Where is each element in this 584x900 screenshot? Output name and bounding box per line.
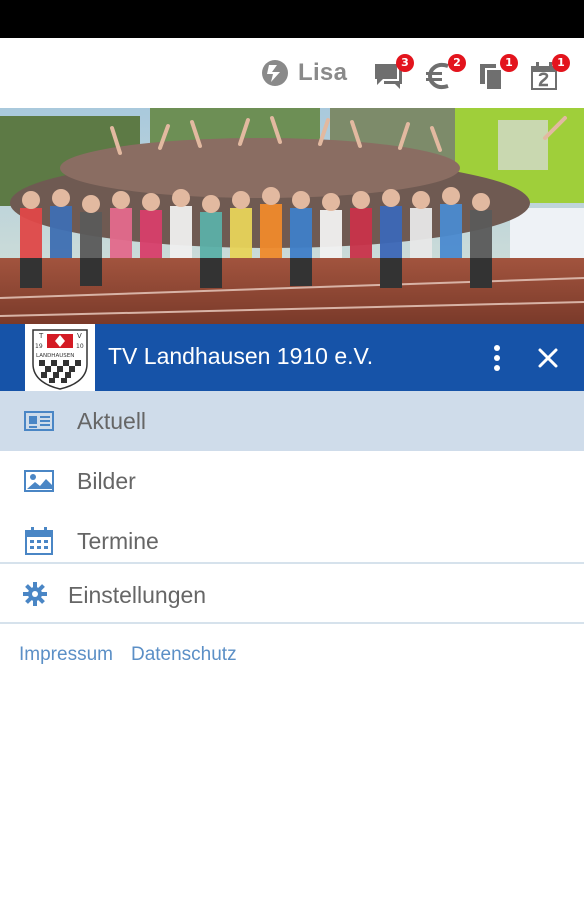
user-name: Lisa — [298, 59, 348, 86]
status-bar — [0, 0, 584, 38]
close-icon — [538, 348, 558, 368]
club-header: T V 19 10 LANDHAUSEN TV Landhausen 1910 … — [0, 324, 584, 391]
club-team-photo — [0, 108, 584, 324]
chat-badge: 3 — [396, 54, 414, 72]
svg-text:T: T — [38, 332, 44, 340]
calendar-badge: 1 — [552, 54, 570, 72]
documents-button[interactable]: 1 — [476, 54, 518, 96]
divider — [0, 622, 584, 624]
more-options-button[interactable] — [484, 338, 510, 378]
menu-item-label: Aktuell — [77, 407, 147, 434]
club-name: TV Landhausen 1910 e.V. — [108, 343, 374, 369]
svg-text:19: 19 — [35, 343, 43, 350]
close-button[interactable] — [532, 342, 564, 374]
footer-links: Impressum Datenschutz — [19, 644, 237, 666]
payments-button[interactable]: 2 — [424, 54, 466, 96]
user-profile-button[interactable]: Lisa — [260, 58, 347, 88]
calendar-button[interactable]: 1 — [528, 54, 570, 96]
svg-text:LANDHAUSEN: LANDHAUSEN — [36, 353, 74, 359]
news-icon — [24, 411, 54, 431]
image-icon — [24, 470, 54, 492]
menu-item-label: Bilder — [77, 467, 136, 494]
documents-badge: 1 — [500, 54, 518, 72]
more-vert-icon — [494, 345, 500, 371]
datenschutz-link[interactable]: Datenschutz — [131, 644, 237, 666]
calendar-icon — [25, 527, 53, 555]
user-logo-icon — [262, 60, 288, 86]
gear-icon — [23, 582, 47, 606]
menu-item-aktuell[interactable]: Aktuell — [0, 391, 584, 451]
svg-text:V: V — [77, 332, 82, 340]
settings-label: Einstellungen — [68, 582, 207, 608]
menu-item-bilder[interactable]: Bilder — [0, 451, 584, 511]
payments-badge: 2 — [448, 54, 466, 72]
menu-item-label: Termine — [77, 527, 159, 554]
menu-item-einstellungen[interactable]: Einstellungen — [0, 564, 584, 622]
svg-text:10: 10 — [76, 343, 84, 350]
top-bar: Lisa 3 2 1 1 — [0, 38, 584, 108]
chat-button[interactable]: 3 — [372, 54, 414, 96]
club-logo: T V 19 10 LANDHAUSEN — [25, 324, 95, 391]
impressum-link[interactable]: Impressum — [19, 644, 113, 666]
